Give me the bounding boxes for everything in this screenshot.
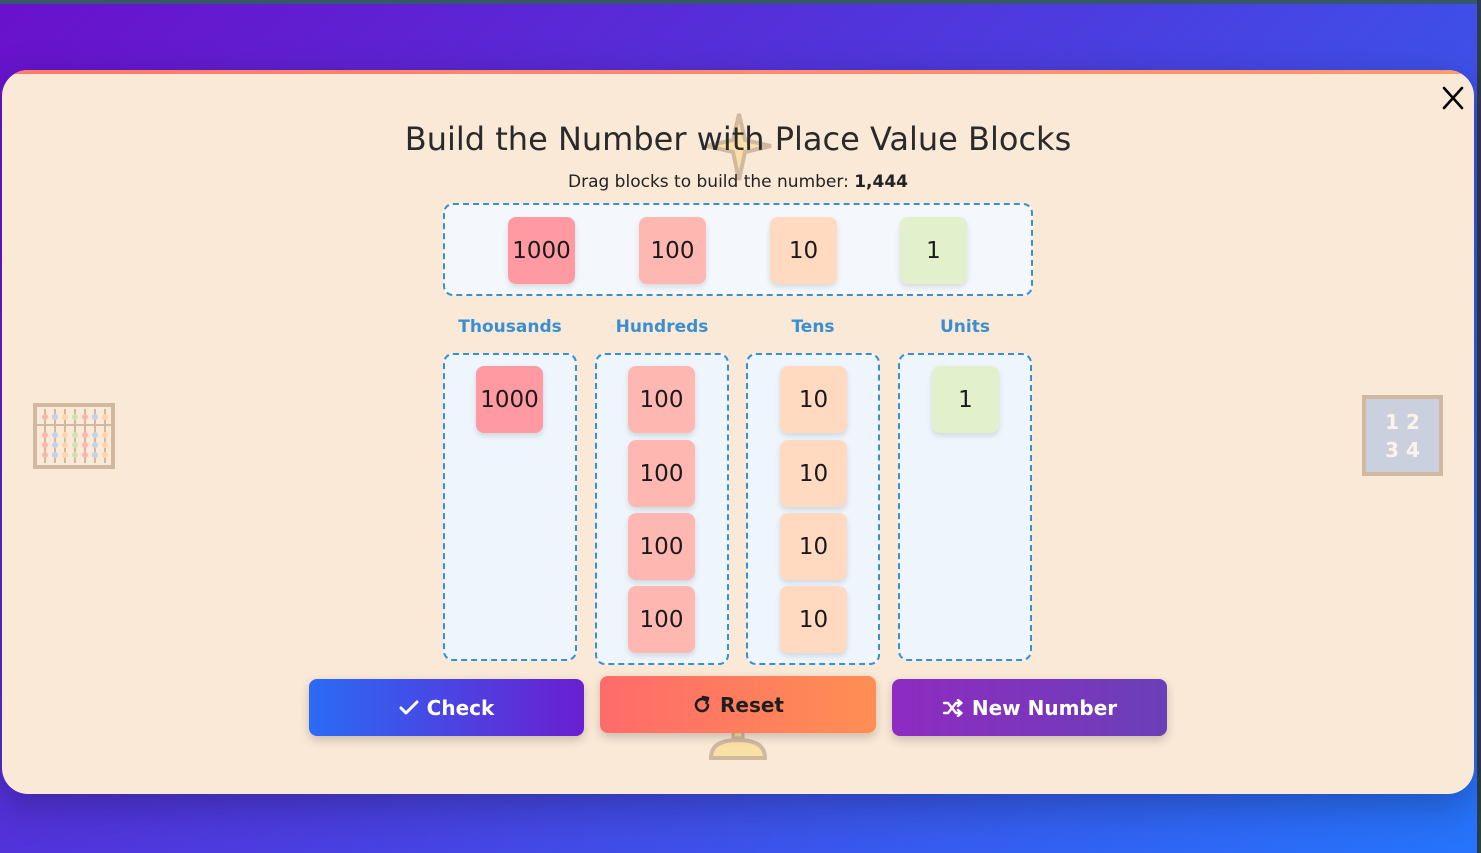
page-title: Build the Number with Place Value Blocks [404, 120, 1072, 158]
placed-block-thousand[interactable]: 1000 [476, 366, 543, 433]
placed-block-ten[interactable]: 10 [780, 366, 847, 433]
placed-block-hundred[interactable]: 100 [628, 586, 695, 653]
placed-block-hundred[interactable]: 100 [628, 440, 695, 507]
block-palette: 1000 100 10 1 [443, 203, 1033, 296]
close-button[interactable] [1439, 82, 1467, 114]
check-icon [399, 700, 419, 714]
palette-block-unit[interactable]: 1 [900, 217, 967, 284]
placed-block-hundred[interactable]: 100 [628, 366, 695, 433]
target-number: 1,444 [854, 172, 908, 192]
placed-block-ten[interactable]: 10 [780, 440, 847, 507]
instruction-prefix: Drag blocks to build the number: [567, 172, 849, 192]
abacus-icon [33, 403, 115, 469]
placed-block-hundred[interactable]: 100 [628, 513, 695, 580]
column-label-thousands: Thousands [458, 317, 562, 337]
number-card-row: 1 2 [1385, 409, 1420, 434]
check-button[interactable]: Check [309, 679, 584, 736]
window-right-edge [1477, 0, 1481, 853]
drop-zone-hundreds[interactable]: 100 100 100 100 [595, 353, 729, 665]
reset-button-label: Reset [720, 692, 784, 717]
drop-zone-tens[interactable]: 10 10 10 10 [746, 353, 880, 665]
new-number-button-label: New Number [971, 695, 1118, 720]
instruction-text: Drag blocks to build the number: 1,444 [2, 172, 1474, 192]
placed-block-ten[interactable]: 10 [780, 586, 847, 653]
reset-button[interactable]: Reset [600, 676, 876, 733]
number-card-row: 3 4 [1385, 437, 1420, 462]
close-icon[interactable] [1442, 86, 1464, 110]
palette-block-hundred[interactable]: 100 [639, 217, 706, 284]
palette-block-thousand[interactable]: 1000 [508, 217, 575, 284]
check-button-label: Check [426, 695, 495, 720]
column-label-units: Units [940, 317, 990, 337]
window-top-strip [0, 0, 1481, 4]
column-label-hundreds: Hundreds [615, 317, 709, 337]
column-label-tens: Tens [791, 317, 835, 337]
placed-block-unit[interactable]: 1 [932, 366, 999, 433]
drop-zone-units[interactable]: 1 [898, 353, 1032, 661]
palette-block-ten[interactable]: 10 [770, 217, 837, 284]
redo-icon [694, 695, 710, 712]
number-card-icon: 1 2 3 4 [1362, 395, 1443, 476]
placed-block-ten[interactable]: 10 [780, 513, 847, 580]
modal-accent-bar [2, 70, 1474, 74]
drop-zone-thousands[interactable]: 1000 [443, 353, 577, 661]
new-number-button[interactable]: New Number [892, 679, 1167, 736]
place-value-modal: 1 2 3 4 Build the Number with Place Valu… [2, 70, 1474, 794]
shuffle-icon [942, 698, 963, 717]
